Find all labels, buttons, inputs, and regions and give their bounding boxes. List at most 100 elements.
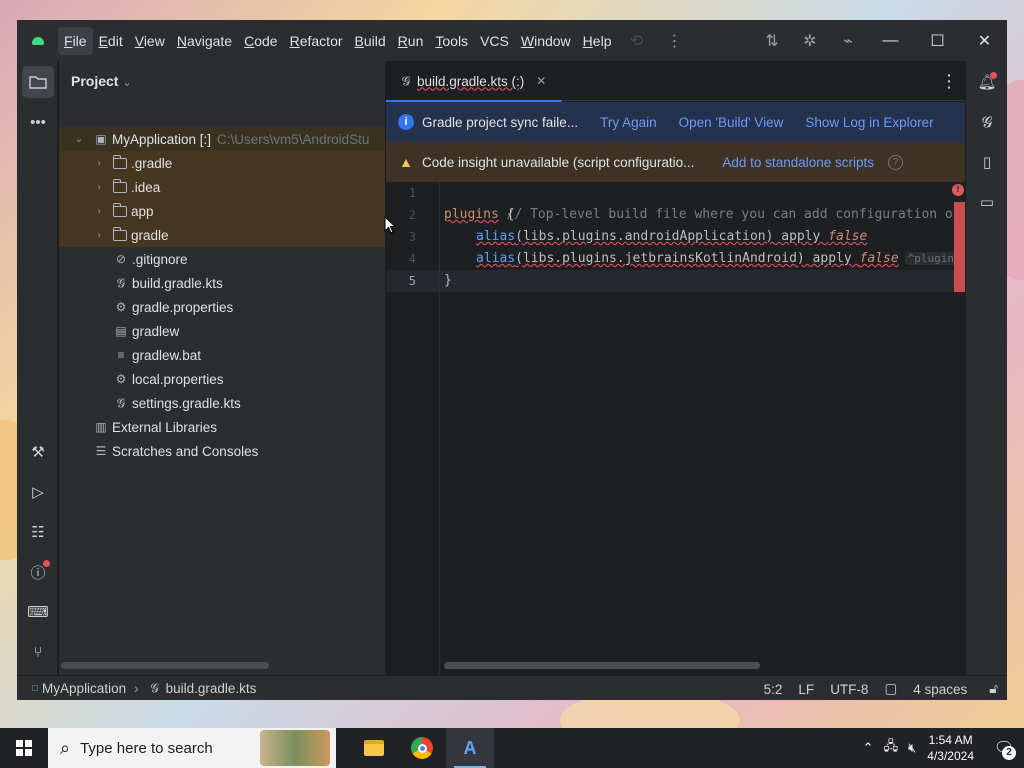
indent-setting[interactable]: 4 spaces xyxy=(913,682,967,697)
editor-area: 𝓖 build.gradle.kts (:) ✕ ⋮ i Gradle proj… xyxy=(386,61,1000,675)
tree-item-gradle-properties[interactable]: ⚙ gradle.properties xyxy=(59,295,385,319)
notifications-bell-icon[interactable]: 🔔︎ xyxy=(971,66,1003,98)
file-encoding[interactable]: UTF-8 xyxy=(830,682,868,697)
debug-icon[interactable]: ✲ xyxy=(791,21,829,61)
minimize-button[interactable]: — xyxy=(867,21,914,61)
tree-item-gradle[interactable]: › gradle xyxy=(59,223,385,247)
android-studio-logo-icon xyxy=(18,21,58,61)
line-separator[interactable]: LF xyxy=(798,682,814,697)
code-line-4: alias(libs.plugins.jetbrainsKotlinAndroi… xyxy=(444,248,958,270)
close-tab-icon[interactable]: ✕ xyxy=(536,74,546,88)
tree-item-gradlew-bat[interactable]: ≡ gradlew.bat xyxy=(59,343,385,367)
menu-code[interactable]: Code xyxy=(238,27,283,55)
file-explorer-icon xyxy=(364,740,384,756)
tree-item-app[interactable]: › app xyxy=(59,199,385,223)
add-standalone-scripts-link[interactable]: Add to standalone scripts xyxy=(722,155,874,170)
project-folder-icon[interactable] xyxy=(22,66,54,98)
tree-root-myapplication[interactable]: ⌄ ▣ MyApplication [:] C:\Users\vm5\Andro… xyxy=(59,127,385,151)
tree-item-settings-gradle-kts[interactable]: 𝓖 settings.gradle.kts xyxy=(59,391,385,415)
warning-icon: ▲ xyxy=(399,154,413,170)
more-tools-icon[interactable]: ••• xyxy=(22,106,54,138)
folder-icon xyxy=(113,178,127,193)
open-build-view-link[interactable]: Open 'Build' View xyxy=(679,115,784,130)
reader-mode-icon[interactable]: ▢ xyxy=(884,681,897,697)
logcat-icon[interactable]: ☷ xyxy=(22,516,54,548)
menu-edit[interactable]: Edit xyxy=(93,27,129,55)
maximize-button[interactable]: ☐ xyxy=(914,21,961,61)
chevron-right-icon: › xyxy=(134,681,139,696)
tree-item-label: gradlew xyxy=(132,323,180,339)
show-log-link[interactable]: Show Log in Explorer xyxy=(805,115,933,130)
version-control-icon[interactable]: ⑂ xyxy=(22,636,54,668)
build-hammer-icon[interactable]: ⚒ xyxy=(22,436,54,468)
tab-build-gradle-kts[interactable]: 𝓖 build.gradle.kts (:) ✕ xyxy=(386,61,562,102)
project-view-selector[interactable]: Project ⌄ xyxy=(71,73,132,89)
tree-item-gradle-dir[interactable]: › .gradle xyxy=(59,151,385,175)
tab-actions-icon[interactable]: ⋮ xyxy=(940,71,958,92)
folder-icon xyxy=(113,202,127,217)
chrome-taskbar-button[interactable] xyxy=(398,728,446,768)
close-window-button[interactable]: ✕ xyxy=(961,21,1006,61)
project-horizontal-scrollbar[interactable] xyxy=(61,662,269,669)
code-brace: { xyxy=(498,207,515,222)
breadcrumb-file[interactable]: build.gradle.kts xyxy=(166,681,257,696)
tree-item-idea[interactable]: › .idea xyxy=(59,175,385,199)
code-comment: // Top-level build file where you can ad… xyxy=(506,207,1000,222)
chevron-up-icon[interactable]: ⌃ xyxy=(863,740,874,756)
editor-horizontal-scrollbar[interactable] xyxy=(444,662,760,669)
menu-navigate[interactable]: Navigate xyxy=(171,27,238,55)
breadcrumb-project[interactable]: MyApplication xyxy=(42,681,126,696)
volume-muted-icon[interactable]: 🔇︎ xyxy=(908,740,916,756)
try-again-link[interactable]: Try Again xyxy=(600,115,657,130)
expand-arrow-icon[interactable]: › xyxy=(93,158,105,169)
tree-item-local-properties[interactable]: ⚙ local.properties xyxy=(59,367,385,391)
notification-count: 2 xyxy=(1002,746,1016,760)
android-studio-taskbar-button[interactable]: A xyxy=(446,728,494,768)
notification-center-button[interactable]: 🗨︎ 2 xyxy=(984,728,1024,768)
device-explorer-icon[interactable]: ▯ xyxy=(971,146,1003,178)
menu-view[interactable]: View xyxy=(129,27,171,55)
code-line-1: // Top-level build file where you can ad… xyxy=(444,182,1000,222)
error-indicator-icon[interactable]: ! xyxy=(952,184,964,196)
tree-item-label: settings.gradle.kts xyxy=(132,395,241,411)
tree-item-gradlew[interactable]: ▤ gradlew xyxy=(59,319,385,343)
file-explorer-taskbar-button[interactable] xyxy=(350,728,398,768)
running-devices-icon[interactable]: ▭ xyxy=(971,186,1003,218)
menu-window[interactable]: Window xyxy=(515,27,577,55)
taskbar-search[interactable]: ⌕ Type here to search xyxy=(48,728,336,768)
collapse-arrow-icon[interactable]: ⌄ xyxy=(73,134,85,145)
clock[interactable]: 1:54 AM 4/3/2024 xyxy=(927,732,974,764)
expand-arrow-icon[interactable]: › xyxy=(93,182,105,193)
code-editor[interactable]: 1 2 3 4 5 // Top-level build file where … xyxy=(386,182,1000,675)
menu-help[interactable]: Help xyxy=(577,27,618,55)
menu-build[interactable]: Build xyxy=(349,27,392,55)
gradle-sync-icon[interactable]: ⇅ xyxy=(753,21,791,61)
lock-icon[interactable]: 🔓︎ xyxy=(989,681,998,697)
tree-item-label: .idea xyxy=(131,179,161,195)
tree-item-external-libraries[interactable]: ▥ External Libraries xyxy=(59,415,385,439)
menu-vcs[interactable]: VCS xyxy=(474,27,515,55)
run-icon[interactable]: ▷ xyxy=(22,476,54,508)
menu-tools[interactable]: Tools xyxy=(429,27,474,55)
problems-icon[interactable]: ⓘ xyxy=(22,556,54,588)
start-button[interactable] xyxy=(0,728,48,768)
network-icon[interactable]: 🖧︎ xyxy=(884,737,899,759)
menu-file[interactable]: File xyxy=(58,27,93,55)
line-number: 1 xyxy=(408,186,416,200)
tree-item-scratches[interactable]: ☰ Scratches and Consoles xyxy=(59,439,385,463)
expand-arrow-icon[interactable]: › xyxy=(93,206,105,217)
more-actions-icon[interactable]: ⋮ xyxy=(655,21,693,61)
menu-run[interactable]: Run xyxy=(392,27,430,55)
menu-refactor[interactable]: Refactor xyxy=(284,27,349,55)
back-arrow-icon[interactable]: ⟲ xyxy=(617,21,655,61)
help-icon[interactable]: ? xyxy=(888,154,903,170)
device-manager-icon[interactable]: ⌁ xyxy=(829,21,867,61)
code-line-2: plugins { xyxy=(444,204,514,226)
terminal-icon[interactable]: ⌨ xyxy=(22,596,54,628)
expand-arrow-icon[interactable]: › xyxy=(93,230,105,241)
tree-item-gitignore[interactable]: ⊘ .gitignore xyxy=(59,247,385,271)
tree-item-build-gradle-kts[interactable]: 𝓖 build.gradle.kts xyxy=(59,271,385,295)
text-file-icon: ≡ xyxy=(117,348,125,362)
caret-position[interactable]: 5:2 xyxy=(764,682,783,697)
gradle-icon[interactable]: 𝓖 xyxy=(971,106,1003,138)
